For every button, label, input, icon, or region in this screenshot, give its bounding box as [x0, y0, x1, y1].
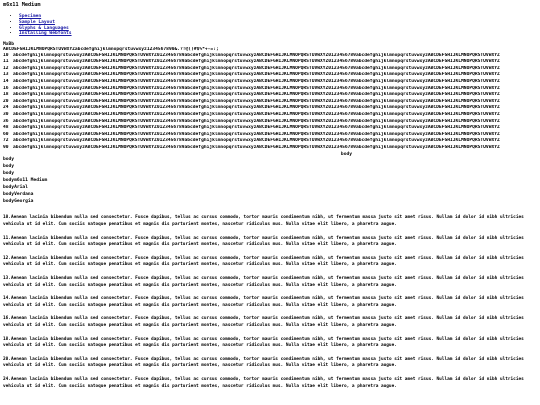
paragraph-size: 11.	[3, 235, 11, 241]
waterfall-row: 36 abcdefghijklmnopqrstuvwxyzABCDEFGHIJKL…	[3, 119, 537, 126]
size-waterfall: 10 abcdefghijklmnopqrstuvwxyzABCDEFGHIJKL…	[3, 53, 537, 152]
waterfall-text: abcdefghijklmnopqrstuvwxyzABCDEFGHIJKLMN…	[13, 98, 500, 104]
body-lines: body body body bodym6x11 Medium bodyArial bod…	[3, 157, 537, 205]
paragraph-size: 24.	[3, 376, 11, 382]
waterfall-text: abcdefghijklmnopqrstuvwxyzABCDEFGHIJKLMN…	[13, 111, 500, 117]
body-line: bodyVerdana	[3, 191, 34, 197]
waterfall-row: 13 abcdefghijklmnopqrstuvwxyzABCDEFGHIJKL…	[3, 72, 537, 79]
waterfall-size: 13	[3, 72, 9, 78]
paragraph-sample: 24.Aenean lacinia bibendum nulla sed con…	[3, 377, 537, 390]
waterfall-row: 90 abcdefghijklmnopqrstuvwxyzABCDEFGHIJKL…	[3, 145, 537, 152]
waterfall-size: 12	[3, 65, 9, 71]
paragraph-text: Aenean lacinia bibendum nulla sed consec…	[3, 235, 524, 248]
paragraph-sample: 12.Aenean lacinia bibendum nulla sed con…	[3, 256, 537, 269]
waterfall-text: abcdefghijklmnopqrstuvwxyzABCDEFGHIJKLMN…	[13, 144, 500, 150]
waterfall-size: 72	[3, 138, 9, 144]
waterfall-size: 14	[3, 78, 9, 84]
waterfall-row: 12 abcdefghijklmnopqrstuvwxyzABCDEFGHIJKL…	[3, 66, 537, 73]
body-line: body	[3, 170, 15, 176]
waterfall-text: abcdefghijklmnopqrstuvwxyzABCDEFGHIJKLMN…	[13, 105, 500, 111]
specimen-page: m6x11 Medium Specimen Sample Layout Glyp…	[3, 2, 537, 390]
waterfall-size: 18	[3, 92, 9, 98]
waterfall-size: 30	[3, 111, 9, 117]
paragraph-text: Aenean lacinia bibendum nulla sed consec…	[3, 356, 524, 369]
paragraph-text: Aenean lacinia bibendum nulla sed consec…	[3, 255, 524, 268]
waterfall-text: abcdefghijklmnopqrstuvwxyzABCDEFGHIJKLMN…	[13, 92, 500, 98]
waterfall-row: 20 abcdefghijklmnopqrstuvwxyzABCDEFGHIJKL…	[3, 99, 537, 106]
paragraph-size: 16.	[3, 316, 11, 322]
waterfall-text: abcdefghijklmnopqrstuvwxyzABCDEFGHIJKLMN…	[13, 85, 500, 91]
paragraph-size: 18.	[3, 336, 11, 342]
waterfall-size: 48	[3, 125, 9, 131]
waterfall-size: 10	[3, 52, 9, 58]
paragraph-sample: 11.Aenean lacinia bibendum nulla sed con…	[3, 236, 537, 249]
body-line: bodyGeorgia	[3, 198, 34, 204]
paragraph-text: Aenean lacinia bibendum nulla sed consec…	[3, 336, 524, 349]
paragraph-samples: 10.Aenean lacinia bibendum nulla sed con…	[3, 215, 537, 390]
waterfall-size: 16	[3, 85, 9, 91]
waterfall-text: abcdefghijklmnopqrstuvwxyzABCDEFGHIJKLMN…	[13, 125, 500, 131]
waterfall-size: 24	[3, 105, 9, 111]
nav-link-specimen[interactable]: Specimen	[19, 14, 41, 19]
waterfall-size: 90	[3, 144, 9, 150]
waterfall-row: 48 abcdefghijklmnopqrstuvwxyzABCDEFGHIJKL…	[3, 125, 537, 132]
waterfall-text: abcdefghijklmnopqrstuvwxyzABCDEFGHIJKLMN…	[13, 131, 500, 137]
paragraph-size: 20.	[3, 356, 11, 362]
paragraph-sample: 16.Aenean lacinia bibendum nulla sed con…	[3, 316, 537, 329]
paragraph-sample: 10.Aenean lacinia bibendum nulla sed con…	[3, 215, 537, 228]
paragraph-size: 12.	[3, 255, 11, 261]
waterfall-row: 14 abcdefghijklmnopqrstuvwxyzABCDEFGHIJKL…	[3, 79, 537, 86]
waterfall-text: abcdefghijklmnopqrstuvwxyzABCDEFGHIJKLMN…	[13, 118, 500, 124]
nav-link-sample-layout[interactable]: Sample Layout	[19, 20, 55, 25]
waterfall-text: abcdefghijklmnopqrstuvwxyzABCDEFGHIJKLMN…	[13, 65, 500, 71]
waterfall-row: 60 abcdefghijklmnopqrstuvwxyzABCDEFGHIJKL…	[3, 132, 537, 139]
body-line: bodym6x11 Medium	[3, 177, 48, 183]
waterfall-row: 18 abcdefghijklmnopqrstuvwxyzABCDEFGHIJKL…	[3, 92, 537, 99]
body-line: bodyArial	[3, 184, 28, 190]
waterfall-size: 11	[3, 59, 9, 65]
body-line: body	[3, 157, 15, 163]
paragraph-text: Aenean lacinia bibendum nulla sed consec…	[3, 316, 524, 328]
waterfall-row: 72 abcdefghijklmnopqrstuvwxyzABCDEFGHIJKL…	[3, 138, 537, 145]
specimen-nav: Specimen Sample Layout Glyphs & Language…	[3, 14, 537, 36]
paragraph-size: 10.	[3, 215, 11, 221]
paragraph-text: Aenean lacinia bibendum nulla sed consec…	[3, 376, 524, 389]
paragraph-size: 14.	[3, 296, 11, 302]
waterfall-size: 60	[3, 131, 9, 137]
waterfall-size: 36	[3, 118, 9, 124]
waterfall-text: abcdefghijklmnopqrstuvwxyzABCDEFGHIJKLMN…	[13, 59, 500, 65]
font-title: m6x11 Medium	[3, 2, 41, 8]
waterfall-row: 16 abcdefghijklmnopqrstuvwxyzABCDEFGHIJKL…	[3, 86, 537, 93]
paragraph-size: 13.	[3, 276, 11, 281]
nav-item-webfonts[interactable]: Installing Webfonts	[19, 31, 537, 37]
waterfall-size: 20	[3, 98, 9, 104]
paragraph-sample: 14.Aenean lacinia bibendum nulla sed con…	[3, 296, 537, 309]
nav-link-webfonts[interactable]: Installing Webfonts	[19, 31, 72, 36]
nav-link-glyphs[interactable]: Glyphs & Languages	[19, 26, 69, 31]
paragraph-text: Aenean lacinia bibendum nulla sed consec…	[3, 276, 524, 288]
waterfall-row: 24 abcdefghijklmnopqrstuvwxyzABCDEFGHIJKL…	[3, 105, 537, 112]
body-line: body	[3, 164, 15, 169]
paragraph-text: Aenean lacinia bibendum nulla sed consec…	[3, 215, 524, 228]
waterfall-row: 10 abcdefghijklmnopqrstuvwxyzABCDEFGHIJKL…	[3, 53, 537, 60]
paragraph-sample: 20.Aenean lacinia bibendum nulla sed con…	[3, 357, 537, 370]
paragraph-sample: 18.Aenean lacinia bibendum nulla sed con…	[3, 337, 537, 350]
waterfall-row: 30 abcdefghijklmnopqrstuvwxyzABCDEFGHIJKL…	[3, 112, 537, 119]
waterfall-text: abcdefghijklmnopqrstuvwxyzABCDEFGHIJKLMN…	[13, 78, 500, 84]
paragraph-text: Aenean lacinia bibendum nulla sed consec…	[3, 296, 524, 308]
waterfall-text: abcdefghijklmnopqrstuvwxyzABCDEFGHIJKLMN…	[13, 138, 500, 144]
waterfall-text: abcdefghijklmnopqrstuvwxyzABCDEFGHIJKLMN…	[13, 52, 500, 58]
waterfall-text: abcdefghijklmnopqrstuvwxyzABCDEFGHIJKLMN…	[13, 72, 500, 78]
paragraph-sample: 13.Aenean lacinia bibendum nulla sed con…	[3, 276, 537, 289]
waterfall-row: 11 abcdefghijklmnopqrstuvwxyzABCDEFGHIJKL…	[3, 59, 537, 66]
